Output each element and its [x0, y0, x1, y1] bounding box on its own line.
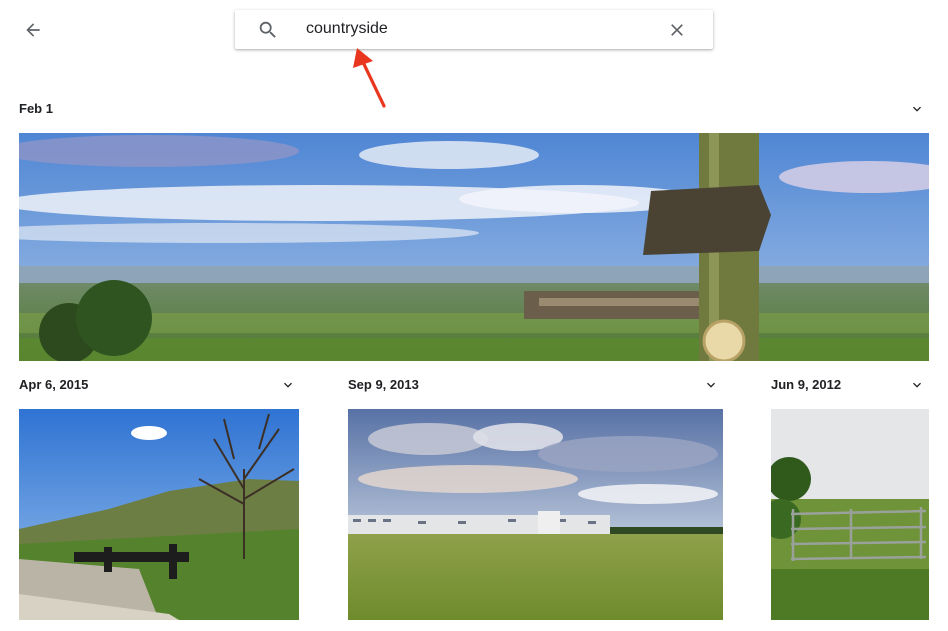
group-date-apr-6-2015: Apr 6, 2015 — [19, 377, 89, 392]
clear-search-button[interactable] — [665, 18, 689, 42]
group-date-jun-9-2012: Jun 9, 2012 — [771, 377, 842, 392]
chevron-down-icon — [707, 382, 715, 388]
close-icon — [671, 24, 683, 36]
search-icon[interactable] — [257, 19, 279, 41]
search-bar — [235, 10, 713, 49]
expand-group-button[interactable] — [278, 375, 298, 395]
chevron-down-icon — [284, 382, 292, 388]
photo-field-buildings[interactable] — [348, 409, 723, 620]
red-arrow-icon — [348, 44, 390, 110]
expand-group-button[interactable] — [907, 375, 927, 395]
group-date-feb-1: Feb 1 — [19, 101, 53, 116]
photo-field-gate[interactable] — [771, 409, 929, 620]
photo-canal-lock[interactable] — [19, 409, 299, 620]
back-button[interactable] — [14, 12, 52, 48]
group-date-sep-9-2013: Sep 9, 2013 — [348, 377, 419, 392]
search-input[interactable] — [306, 16, 646, 42]
expand-group-button[interactable] — [907, 99, 927, 119]
expand-group-button[interactable] — [701, 375, 721, 395]
photo-landscape-signpost[interactable] — [19, 133, 929, 361]
chevron-down-icon — [913, 382, 921, 388]
arrow-back-icon — [26, 23, 40, 37]
chevron-down-icon — [913, 106, 921, 112]
